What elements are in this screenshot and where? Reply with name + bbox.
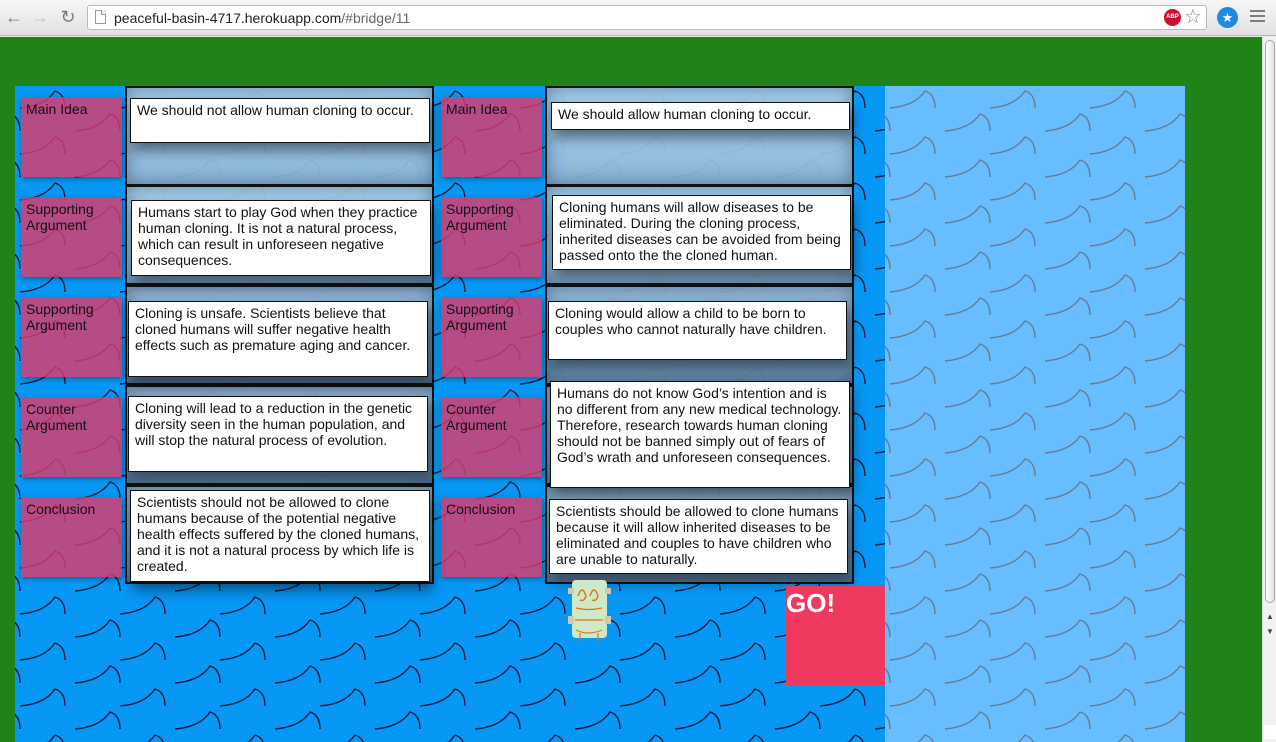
forward-button[interactable]: → (30, 7, 50, 27)
label-main-idea: Main Idea (21, 97, 122, 177)
label-supporting-argument: Supporting Argument (21, 197, 122, 277)
label-supporting-argument: Supporting Argument (21, 297, 122, 377)
scroll-up-arrow-icon[interactable]: ▲ (1264, 609, 1276, 624)
character-arm (568, 616, 574, 624)
river-shallow-water (885, 86, 1185, 742)
label-conclusion: Conclusion (21, 497, 122, 577)
game-viewport: Main Idea Supporting Argument Supporting… (0, 37, 1262, 742)
extension-star-icon[interactable]: ★ (1217, 7, 1238, 28)
back-button[interactable]: ← (4, 7, 24, 27)
argument-card[interactable]: Cloning would allow a child to be born t… (548, 301, 847, 360)
argument-card[interactable]: Scientists should not be allowed to clon… (130, 490, 430, 582)
resize-grip-icon[interactable] (1264, 725, 1276, 739)
character-arm (605, 588, 611, 594)
bookmark-star-icon[interactable]: ☆ (1184, 6, 1202, 28)
character-arm (605, 616, 611, 624)
page-icon (95, 10, 106, 24)
arrow-left-icon: ← (5, 7, 23, 27)
character-arm (568, 588, 574, 594)
reload-button[interactable]: ↻ (58, 7, 78, 27)
adblock-icon[interactable]: ABP (1164, 9, 1181, 26)
argument-card[interactable]: We should not allow human cloning to occ… (130, 98, 430, 143)
go-button[interactable]: GO! (786, 586, 885, 686)
scrollbar-thumb[interactable] (1265, 40, 1275, 603)
argument-card[interactable]: Cloning will lead to a reduction in the … (128, 396, 428, 472)
scroll-down-arrow-icon[interactable]: ▼ (1264, 624, 1276, 639)
argument-card[interactable]: Scientists should be allowed to clone hu… (549, 499, 848, 574)
label-conclusion: Conclusion (441, 497, 542, 577)
argument-card[interactable]: We should allow human cloning to occur. (551, 102, 850, 130)
url-path: /#bridge/11 (341, 10, 411, 26)
url-text[interactable]: peaceful-basin-4717.herokuapp.com/#bridg… (114, 10, 410, 26)
argument-card[interactable]: Humans do not know God’s intention and i… (550, 381, 850, 488)
vertical-scrollbar[interactable]: ▲ ▼ (1262, 37, 1276, 742)
label-supporting-argument: Supporting Argument (441, 197, 542, 277)
menu-icon[interactable] (1250, 10, 1265, 25)
argument-card[interactable]: Cloning humans will allow diseases to be… (552, 195, 851, 270)
url-host: peaceful-basin-4717.herokuapp.com (114, 10, 342, 26)
label-counter-argument: Counter Argument (21, 397, 122, 477)
address-bar[interactable]: peaceful-basin-4717.herokuapp.com/#bridg… (87, 5, 1207, 30)
argument-card[interactable]: Cloning is unsafe. Scientists believe th… (128, 301, 428, 377)
argument-card[interactable]: Humans start to play God when they pract… (131, 200, 431, 276)
label-supporting-argument: Supporting Argument (441, 297, 542, 377)
bridge-slot[interactable] (545, 86, 854, 186)
browser-toolbar: ← → ↻ peaceful-basin-4717.herokuapp.com/… (0, 0, 1276, 36)
label-main-idea: Main Idea (441, 97, 542, 177)
player-character (568, 580, 611, 641)
label-counter-argument: Counter Argument (441, 397, 542, 477)
reload-icon: ↻ (60, 7, 76, 27)
arrow-right-icon: → (31, 7, 49, 27)
